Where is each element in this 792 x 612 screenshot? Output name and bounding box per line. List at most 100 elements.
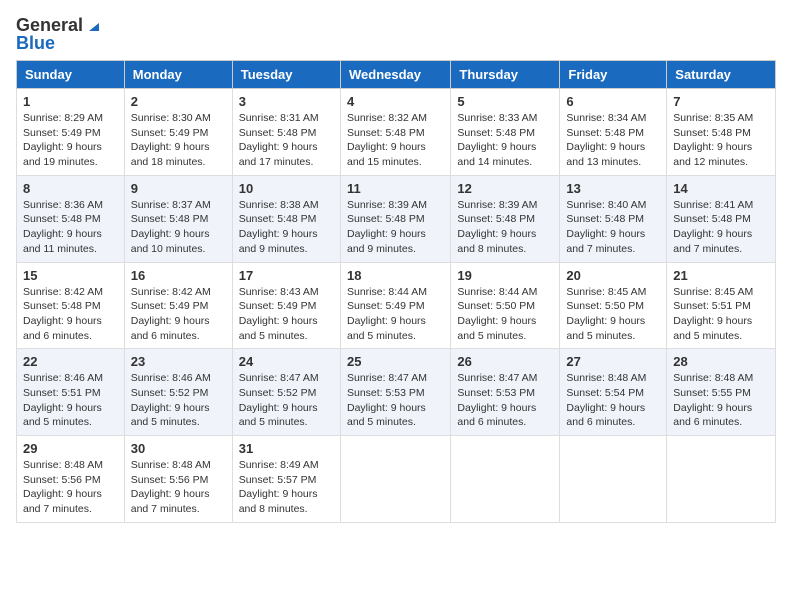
page-header: General Blue [16,16,776,52]
day-number: 24 [239,354,334,369]
calendar-cell: 29Sunrise: 8:48 AMSunset: 5:56 PMDayligh… [17,436,125,523]
calendar-cell: 25 Sunrise: 8:47 AMSunset: 5:53 PMDayligh… [340,349,450,436]
day-number: 7 [673,94,769,109]
calendar-cell: 11 Sunrise: 8:39 AMSunset: 5:48 PMDayligh… [340,175,450,262]
calendar-cell: 13 Sunrise: 8:40 AMSunset: 5:48 PMDayligh… [560,175,667,262]
calendar-cell: 7 Sunrise: 8:35 AMSunset: 5:48 PMDaylight… [667,89,776,176]
day-number: 31 [239,441,334,456]
day-info: Sunrise: 8:42 AMSunset: 5:48 PMDaylight:… [23,285,118,344]
calendar-cell [451,436,560,523]
calendar-cell: 14 Sunrise: 8:41 AMSunset: 5:48 PMDayligh… [667,175,776,262]
day-info: Sunrise: 8:48 AMSunset: 5:54 PMDaylight:… [566,371,660,430]
day-info: Sunrise: 8:33 AMSunset: 5:48 PMDaylight:… [457,111,553,170]
calendar-cell [340,436,450,523]
calendar-cell: 1 Sunrise: 8:29 AMSunset: 5:49 PMDaylight… [17,89,125,176]
day-info: Sunrise: 8:39 AMSunset: 5:48 PMDaylight:… [347,198,444,257]
day-info: Sunrise: 8:36 AMSunset: 5:48 PMDaylight:… [23,198,118,257]
day-number: 25 [347,354,444,369]
day-number: 12 [457,181,553,196]
calendar-cell: 22Sunrise: 8:46 AMSunset: 5:51 PMDayligh… [17,349,125,436]
calendar-cell: 16 Sunrise: 8:42 AMSunset: 5:49 PMDayligh… [124,262,232,349]
day-info: Sunrise: 8:45 AMSunset: 5:51 PMDaylight:… [673,285,769,344]
calendar-cell: 20Sunrise: 8:45 AMSunset: 5:50 PMDayligh… [560,262,667,349]
calendar-cell: 12 Sunrise: 8:39 AMSunset: 5:48 PMDayligh… [451,175,560,262]
calendar-cell: 15 Sunrise: 8:42 AMSunset: 5:48 PMDayligh… [17,262,125,349]
day-info: Sunrise: 8:44 AMSunset: 5:49 PMDaylight:… [347,285,444,344]
calendar-cell: 8 Sunrise: 8:36 AMSunset: 5:48 PMDaylight… [17,175,125,262]
day-info: Sunrise: 8:34 AMSunset: 5:48 PMDaylight:… [566,111,660,170]
day-number: 9 [131,181,226,196]
day-info: Sunrise: 8:45 AMSunset: 5:50 PMDaylight:… [566,285,660,344]
day-number: 30 [131,441,226,456]
day-number: 10 [239,181,334,196]
day-info: Sunrise: 8:47 AMSunset: 5:52 PMDaylight:… [239,371,334,430]
day-number: 19 [457,268,553,283]
day-info: Sunrise: 8:30 AMSunset: 5:49 PMDaylight:… [131,111,226,170]
day-number: 5 [457,94,553,109]
calendar-cell: 26 Sunrise: 8:47 AMSunset: 5:53 PMDayligh… [451,349,560,436]
calendar-cell: 9 Sunrise: 8:37 AMSunset: 5:48 PMDaylight… [124,175,232,262]
day-info: Sunrise: 8:48 AMSunset: 5:55 PMDaylight:… [673,371,769,430]
day-number: 29 [23,441,118,456]
day-number: 8 [23,181,118,196]
calendar-cell: 30 Sunrise: 8:48 AMSunset: 5:56 PMDayligh… [124,436,232,523]
calendar-cell: 6Sunrise: 8:34 AMSunset: 5:48 PMDaylight… [560,89,667,176]
header-sunday: Sunday [17,61,125,89]
day-number: 21 [673,268,769,283]
logo-blue-text: Blue [16,34,101,52]
day-info: Sunrise: 8:38 AMSunset: 5:48 PMDaylight:… [239,198,334,257]
day-number: 13 [566,181,660,196]
logo: General Blue [16,16,101,52]
header-saturday: Saturday [667,61,776,89]
day-number: 3 [239,94,334,109]
calendar-cell [560,436,667,523]
day-number: 28 [673,354,769,369]
day-info: Sunrise: 8:32 AMSunset: 5:48 PMDaylight:… [347,111,444,170]
day-info: Sunrise: 8:29 AMSunset: 5:49 PMDaylight:… [23,111,118,170]
day-number: 2 [131,94,226,109]
calendar-cell: 24 Sunrise: 8:47 AMSunset: 5:52 PMDayligh… [232,349,340,436]
calendar-table: SundayMondayTuesdayWednesdayThursdayFrid… [16,60,776,523]
day-number: 23 [131,354,226,369]
calendar-cell: 5 Sunrise: 8:33 AMSunset: 5:48 PMDaylight… [451,89,560,176]
day-number: 18 [347,268,444,283]
header-monday: Monday [124,61,232,89]
day-number: 15 [23,268,118,283]
day-number: 1 [23,94,118,109]
calendar-cell: 31 Sunrise: 8:49 AMSunset: 5:57 PMDayligh… [232,436,340,523]
day-info: Sunrise: 8:47 AMSunset: 5:53 PMDaylight:… [347,371,444,430]
day-info: Sunrise: 8:49 AMSunset: 5:57 PMDaylight:… [239,458,334,517]
calendar-cell: 27 Sunrise: 8:48 AMSunset: 5:54 PMDayligh… [560,349,667,436]
calendar-cell: 19Sunrise: 8:44 AMSunset: 5:50 PMDayligh… [451,262,560,349]
calendar-cell: 10 Sunrise: 8:38 AMSunset: 5:48 PMDayligh… [232,175,340,262]
day-info: Sunrise: 8:41 AMSunset: 5:48 PMDaylight:… [673,198,769,257]
day-info: Sunrise: 8:43 AMSunset: 5:49 PMDaylight:… [239,285,334,344]
calendar-cell: 2 Sunrise: 8:30 AMSunset: 5:49 PMDaylight… [124,89,232,176]
day-info: Sunrise: 8:47 AMSunset: 5:53 PMDaylight:… [457,371,553,430]
calendar-cell: 28 Sunrise: 8:48 AMSunset: 5:55 PMDayligh… [667,349,776,436]
calendar-cell: 18 Sunrise: 8:44 AMSunset: 5:49 PMDayligh… [340,262,450,349]
logo-icon [85,17,101,33]
calendar-cell: 21 Sunrise: 8:45 AMSunset: 5:51 PMDayligh… [667,262,776,349]
day-number: 17 [239,268,334,283]
day-number: 11 [347,181,444,196]
header-tuesday: Tuesday [232,61,340,89]
day-number: 27 [566,354,660,369]
header-friday: Friday [560,61,667,89]
calendar-cell: 3 Sunrise: 8:31 AMSunset: 5:48 PMDaylight… [232,89,340,176]
day-number: 16 [131,268,226,283]
day-number: 26 [457,354,553,369]
day-info: Sunrise: 8:40 AMSunset: 5:48 PMDaylight:… [566,198,660,257]
calendar-cell: 4 Sunrise: 8:32 AMSunset: 5:48 PMDaylight… [340,89,450,176]
day-info: Sunrise: 8:39 AMSunset: 5:48 PMDaylight:… [457,198,553,257]
logo-general-text: General [16,16,83,34]
day-info: Sunrise: 8:48 AMSunset: 5:56 PMDaylight:… [131,458,226,517]
day-number: 14 [673,181,769,196]
calendar-cell: 23Sunrise: 8:46 AMSunset: 5:52 PMDayligh… [124,349,232,436]
day-info: Sunrise: 8:42 AMSunset: 5:49 PMDaylight:… [131,285,226,344]
day-number: 4 [347,94,444,109]
day-info: Sunrise: 8:35 AMSunset: 5:48 PMDaylight:… [673,111,769,170]
day-number: 22 [23,354,118,369]
day-info: Sunrise: 8:31 AMSunset: 5:48 PMDaylight:… [239,111,334,170]
day-info: Sunrise: 8:37 AMSunset: 5:48 PMDaylight:… [131,198,226,257]
